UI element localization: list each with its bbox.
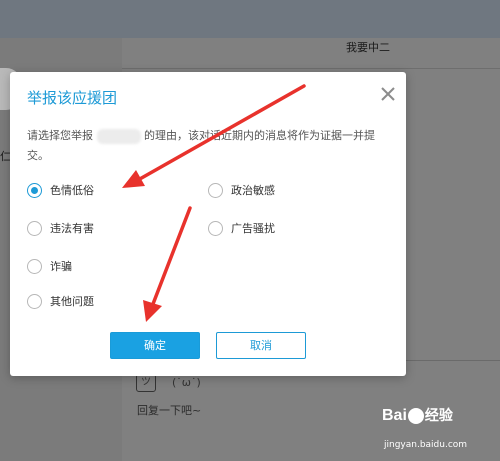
arrow-icon — [143, 206, 192, 322]
watermark-url: jingyan.baidu.com — [384, 440, 468, 450]
arrow-icon — [122, 84, 306, 188]
paw-icon — [407, 407, 424, 424]
annotation-arrows — [122, 84, 306, 322]
baidu-jingyan-watermark: Bai 经验 — [382, 407, 453, 424]
